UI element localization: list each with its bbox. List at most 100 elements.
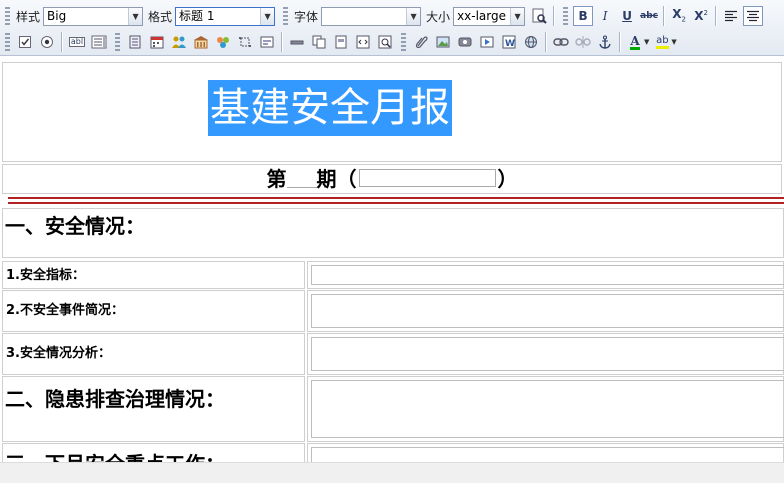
section-hazard-investigation[interactable]: 二、隐患排查治理情况： (2, 376, 305, 442)
toolbar-grip[interactable] (5, 33, 10, 51)
item-safety-analysis-label[interactable]: 3.安全情况分析： (2, 333, 305, 375)
group-icon (217, 37, 229, 48)
issue-number-blank[interactable] (286, 167, 317, 188)
issue-suffix: ） (497, 167, 518, 191)
toolbar-grip[interactable] (283, 7, 289, 25)
font-color-icon: A (630, 33, 640, 50)
align-center-button[interactable] (743, 6, 764, 26)
size-select[interactable]: xx-large ▼ (453, 6, 526, 26)
anchor-button[interactable] (595, 32, 615, 52)
input-box[interactable] (311, 380, 784, 438)
toolbar-separator (61, 32, 63, 52)
web-import-button[interactable] (521, 32, 541, 52)
toolbar-separator (663, 6, 666, 26)
paperclip-icon (415, 36, 428, 49)
department-button[interactable] (213, 32, 233, 52)
preview-button[interactable] (375, 32, 395, 52)
superscript-button[interactable]: X2 (691, 6, 711, 26)
italic-button[interactable]: I (595, 6, 615, 26)
font-select[interactable]: ▼ (321, 6, 422, 26)
align-center-icon (747, 10, 760, 22)
style-select-value: Big (47, 8, 67, 23)
underline-button[interactable]: U (617, 6, 637, 26)
calendar-button[interactable] (147, 32, 167, 52)
chevron-down-icon[interactable]: ▼ (644, 38, 649, 46)
subscript-icon: X2 (672, 7, 686, 24)
organization-button[interactable] (191, 32, 211, 52)
font-color-button[interactable]: A (625, 32, 645, 52)
chevron-down-icon[interactable]: ▼ (406, 7, 421, 25)
attachment-button[interactable] (411, 32, 431, 52)
people-button[interactable] (169, 32, 189, 52)
horizontal-rule-icon (290, 40, 304, 45)
word-import-button[interactable]: W (499, 32, 519, 52)
video-button[interactable] (477, 32, 497, 52)
bold-button[interactable]: B (573, 6, 594, 26)
format-select[interactable]: 标题 1 ▼ (175, 6, 276, 26)
divider-line-top (8, 197, 784, 199)
input-box[interactable] (311, 294, 784, 328)
font-label: 字体 (294, 9, 319, 24)
align-left-button[interactable] (721, 6, 741, 26)
editor-toolbar: 样式 Big ▼ 格式 标题 1 ▼ 字体 ▼ 大小 xx-large ▼ B … (0, 0, 784, 56)
item-safety-indicators-field[interactable] (307, 261, 784, 289)
section-safety-status[interactable]: 一、安全情况： (2, 208, 784, 258)
find-replace-button[interactable] (529, 6, 549, 26)
style-label: 样式 (16, 9, 41, 24)
select-area-button[interactable] (235, 32, 255, 52)
strikethrough-button[interactable]: abc (639, 6, 659, 26)
checkbox-button[interactable] (15, 32, 35, 52)
code-button[interactable] (353, 32, 373, 52)
section-next-month-focus[interactable]: 三、下月安全重点工作： (2, 443, 305, 462)
chevron-down-icon[interactable]: ▼ (510, 7, 525, 25)
item-unsafe-events-field[interactable] (307, 290, 784, 332)
form-button[interactable] (257, 32, 277, 52)
issue-number-row[interactable]: 第 期（ ） (2, 164, 782, 194)
item-safety-analysis-field[interactable] (307, 333, 784, 375)
globe-icon (525, 36, 537, 48)
toolbar-grip[interactable] (563, 7, 569, 25)
toolbar-row-1: 样式 Big ▼ 格式 标题 1 ▼ 字体 ▼ 大小 xx-large ▼ B … (0, 3, 784, 29)
chevron-down-icon[interactable]: ▼ (128, 7, 143, 25)
input-box[interactable] (311, 265, 784, 285)
title-cell[interactable]: 基建安全月报 (2, 62, 782, 162)
item-unsafe-events-label[interactable]: 2.不安全事件简况： (2, 290, 305, 332)
anchor-icon (599, 35, 611, 49)
next-month-focus-field[interactable] (307, 443, 784, 462)
toolbar-separator (281, 32, 283, 52)
strikethrough-icon: abc (640, 10, 658, 21)
textbox-button[interactable]: abl (67, 32, 87, 52)
image-button[interactable] (433, 32, 453, 52)
highlight-color-button[interactable]: ab (652, 32, 672, 52)
status-bar (0, 462, 784, 483)
toolbar-grip[interactable] (115, 33, 120, 51)
document-icon (335, 35, 347, 49)
horizontal-rule-button[interactable] (287, 32, 307, 52)
chevron-down-icon[interactable]: ▼ (260, 7, 275, 25)
format-label: 格式 (148, 9, 173, 24)
item-safety-indicators-label[interactable]: 1.安全指标： (2, 261, 305, 289)
highlight-icon: ab (656, 35, 669, 49)
chevron-down-icon[interactable]: ▼ (671, 38, 676, 46)
issue-mid: 期（ (316, 167, 357, 191)
copy-button[interactable] (309, 32, 329, 52)
input-box[interactable] (311, 337, 784, 371)
unlink-button[interactable] (573, 32, 593, 52)
list-button[interactable] (125, 32, 145, 52)
divider-line-bottom (8, 202, 784, 204)
style-select[interactable]: Big ▼ (43, 6, 144, 26)
hazard-investigation-field[interactable] (307, 376, 784, 442)
flash-button[interactable] (455, 32, 475, 52)
insert-link-button[interactable] (551, 32, 571, 52)
input-box[interactable] (311, 447, 784, 462)
issue-date-field[interactable] (358, 169, 496, 187)
radio-button-tool[interactable] (37, 32, 57, 52)
bold-icon: B (578, 9, 588, 23)
document-editor-area[interactable]: 基建安全月报 第 期（ ） 一、安全情况： 1.安全指标： 2.不安全事件简况： 3… (0, 57, 784, 462)
document-button[interactable] (331, 32, 351, 52)
toolbar-grip[interactable] (5, 7, 10, 25)
subscript-button[interactable]: X2 (669, 6, 689, 26)
toolbar-grip[interactable] (401, 33, 406, 51)
textarea-button[interactable] (89, 32, 109, 52)
report-title[interactable]: 基建安全月报 (208, 80, 452, 136)
